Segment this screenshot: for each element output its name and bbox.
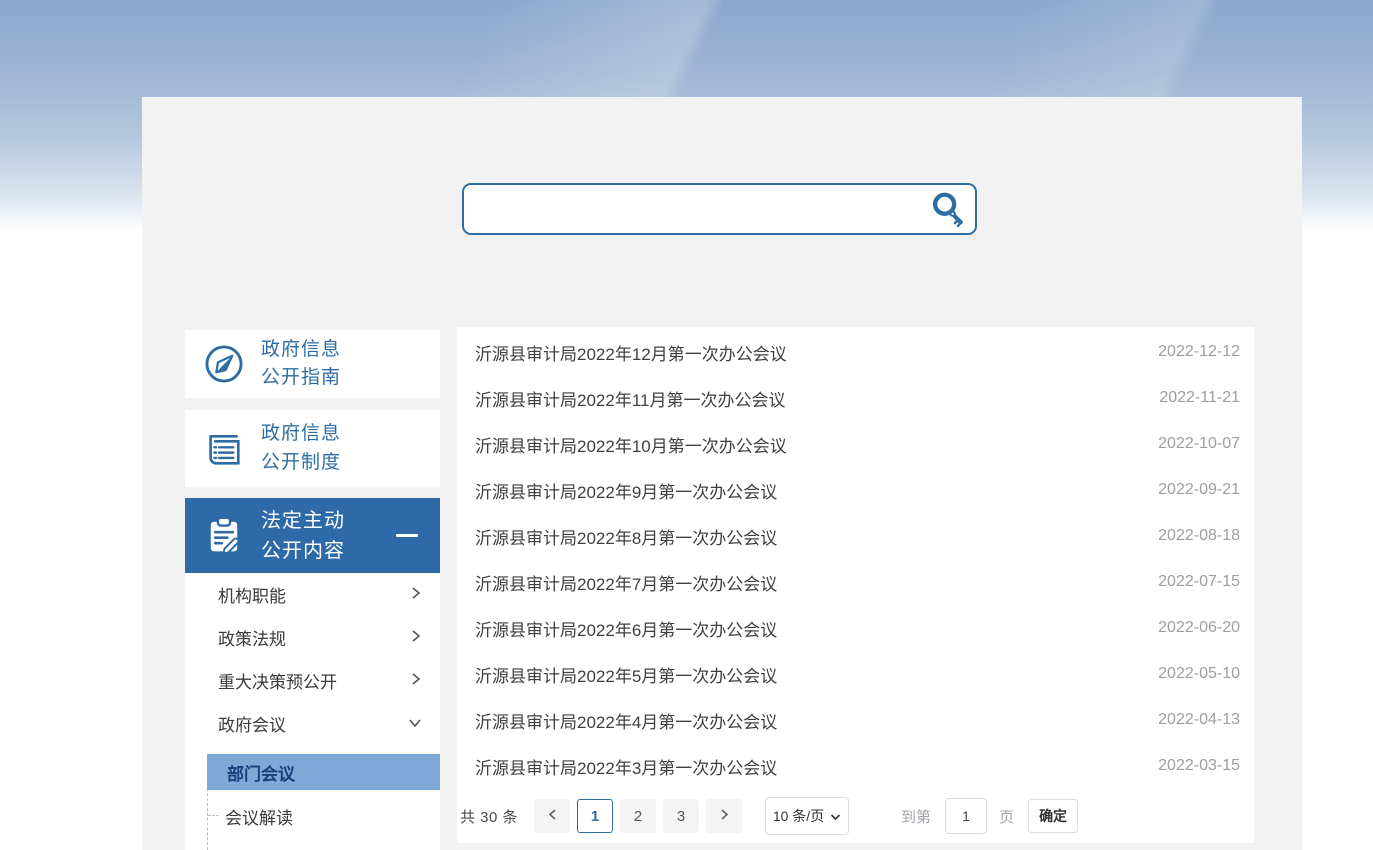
page-button-2[interactable]: 2 [620,799,656,833]
notebook-icon [201,426,247,472]
article-title[interactable]: 沂源县审计局2022年8月第一次办公会议 [475,524,777,549]
article-title[interactable]: 沂源县审计局2022年6月第一次办公会议 [475,616,777,641]
menu-item-policies[interactable]: 政策法规 [185,616,440,659]
article-title[interactable]: 沂源县审计局2022年3月第一次办公会议 [475,754,777,779]
search-button[interactable] [925,187,969,231]
article-title[interactable]: 沂源县审计局2022年10月第一次办公会议 [475,432,787,457]
menu-item-label: 机构职能 [218,582,286,607]
sidebar-item-label: 政府信息 公开指南 [261,336,341,393]
chevron-down-icon [830,808,841,824]
list-item[interactable]: 沂源县审计局2022年4月第一次办公会议 2022-04-13 [457,697,1254,743]
menu-item-label: 政府会议 [218,711,286,736]
article-title[interactable]: 沂源县审计局2022年5月第一次办公会议 [475,662,777,687]
article-date: 2022-10-07 [1158,435,1240,453]
list-item[interactable]: 沂源县审计局2022年7月第一次办公会议 2022-07-15 [457,559,1254,605]
article-date: 2022-05-10 [1158,665,1240,683]
list-item[interactable]: 沂源县审计局2022年12月第一次办公会议 2022-12-12 [457,329,1254,375]
article-date: 2022-09-21 [1158,481,1240,499]
pagination-total: 共 30 条 [460,806,518,827]
spacer [185,745,440,754]
article-list-panel: 沂源县审计局2022年12月第一次办公会议 2022-12-12 沂源县审计局2… [457,327,1254,843]
page-button-3[interactable]: 3 [663,799,699,833]
article-title[interactable]: 沂源县审计局2022年4月第一次办公会议 [475,708,777,733]
goto-page-input[interactable] [945,798,987,834]
article-list: 沂源县审计局2022年12月第一次办公会议 2022-12-12 沂源县审计局2… [457,327,1254,789]
submenu-item-department-meetings[interactable]: 部门会议 [207,754,440,790]
article-date: 2022-03-15 [1158,757,1240,775]
list-item[interactable]: 沂源县审计局2022年9月第一次办公会议 2022-09-21 [457,467,1254,513]
chevron-right-icon [719,808,730,825]
search-bar [462,183,977,235]
menu-item-label: 重大决策预公开 [218,668,337,693]
submenu-item-label: 部门会议 [227,760,295,785]
content-column: 政府信息 公开指南 政府信息 [142,97,1302,850]
search-key-icon [928,190,966,228]
sidebar-submenu: 机构职能 政策法规 重大决策预公开 [185,573,440,850]
article-title[interactable]: 沂源县审计局2022年7月第一次办公会议 [475,570,777,595]
article-title[interactable]: 沂源县审计局2022年12月第一次办公会议 [475,340,787,365]
page-size-select[interactable]: 10 条/页 [765,797,849,835]
article-date: 2022-08-18 [1158,527,1240,545]
article-date: 2022-07-15 [1158,573,1240,591]
sidebar-item-gov-info-guide[interactable]: 政府信息 公开指南 [185,330,440,398]
article-date: 2022-12-12 [1158,343,1240,361]
menu-item-major-decisions[interactable]: 重大决策预公开 [185,659,440,702]
sidebar-item-label: 政府信息 公开制度 [261,420,341,477]
pagination-bar: 共 30 条 1 2 3 10 条/页 [457,789,1254,843]
article-date: 2022-06-20 [1158,619,1240,637]
sidebar-item-legal-disclosure[interactable]: 法定主动 公开内容 [185,498,440,573]
page-size-value: 10 条/页 [773,806,824,826]
prev-page-button[interactable] [534,799,570,833]
search-input[interactable] [478,190,925,228]
next-page-button[interactable] [706,799,742,833]
confirm-button[interactable]: 确定 [1028,799,1078,833]
compass-icon [201,341,247,387]
list-item[interactable]: 沂源县审计局2022年10月第一次办公会议 2022-10-07 [457,421,1254,467]
article-title[interactable]: 沂源县审计局2022年9月第一次办公会议 [475,478,777,503]
menu-item-org-functions[interactable]: 机构职能 [185,573,440,616]
tree-line [208,815,219,816]
chevron-right-icon [410,628,422,648]
list-item[interactable]: 沂源县审计局2022年3月第一次办公会议 2022-03-15 [457,743,1254,789]
sidebar-item-gov-info-system[interactable]: 政府信息 公开制度 [185,410,440,487]
list-item[interactable]: 沂源县审计局2022年6月第一次办公会议 2022-06-20 [457,605,1254,651]
page-button-1[interactable]: 1 [577,799,613,833]
chevron-right-icon [410,671,422,691]
sidebar-item-label: 法定主动 公开内容 [261,506,345,566]
article-date: 2022-04-13 [1158,711,1240,729]
page-unit-label: 页 [999,806,1014,827]
minus-icon [396,534,418,537]
sidebar: 政府信息 公开指南 政府信息 [185,330,440,850]
submenu-item-meeting-interpretation[interactable]: 会议解读 [185,790,440,842]
list-item[interactable]: 沂源县审计局2022年5月第一次办公会议 2022-05-10 [457,651,1254,697]
menu-item-gov-meetings[interactable]: 政府会议 [185,702,440,745]
chevron-down-icon [408,714,422,734]
article-date: 2022-11-21 [1159,389,1240,407]
chevron-left-icon [547,808,558,825]
article-title[interactable]: 沂源县审计局2022年11月第一次办公会议 [475,386,785,411]
page: 政府信息 公开指南 政府信息 [0,0,1373,850]
clipboard-pencil-icon [201,513,247,559]
list-item[interactable]: 沂源县审计局2022年11月第一次办公会议 2022-11-21 [457,375,1254,421]
goto-page-label: 到第 [901,806,931,827]
submenu-item-label: 会议解读 [225,804,293,829]
chevron-right-icon [410,585,422,605]
menu-item-label: 政策法规 [218,625,286,650]
list-item[interactable]: 沂源县审计局2022年8月第一次办公会议 2022-08-18 [457,513,1254,559]
